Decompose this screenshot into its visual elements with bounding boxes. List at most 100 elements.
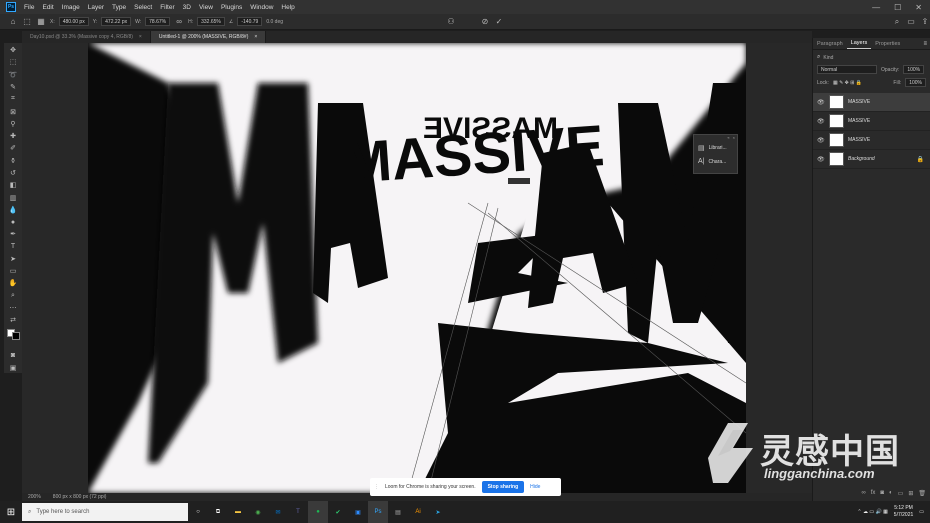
- crop-tool-icon[interactable]: ⌗: [7, 94, 19, 104]
- layer-row-background[interactable]: 👁 Background 🔒: [813, 150, 930, 169]
- reference-point-icon[interactable]: ▦: [36, 17, 46, 27]
- transform-tool-icon[interactable]: ⬚: [22, 17, 32, 27]
- chrome-icon[interactable]: ◉: [248, 501, 268, 523]
- hide-button[interactable]: Hide: [530, 484, 540, 490]
- teams-icon[interactable]: T: [288, 501, 308, 523]
- zoom-level[interactable]: 200%: [28, 494, 41, 500]
- menu-filter[interactable]: Filter: [156, 4, 178, 11]
- layer-kind-filter[interactable]: Kind: [823, 55, 833, 61]
- visibility-eye-icon[interactable]: 👁: [817, 137, 825, 144]
- menu-image[interactable]: Image: [58, 4, 84, 11]
- home-icon[interactable]: ⌂: [8, 17, 18, 27]
- rotation-field[interactable]: -140.79: [237, 17, 263, 26]
- transform-handle-box[interactable]: [508, 178, 530, 184]
- blend-mode-select[interactable]: Normal: [817, 65, 877, 74]
- stop-sharing-button[interactable]: Stop sharing: [481, 481, 525, 493]
- add-mask-icon[interactable]: ◙: [880, 490, 884, 497]
- menu-view[interactable]: View: [195, 4, 217, 11]
- pen-tool-icon[interactable]: ✒: [7, 229, 19, 239]
- share-icon[interactable]: ⇪: [920, 17, 930, 27]
- maximize-icon[interactable]: ☐: [894, 3, 901, 12]
- collapse-panel-icon[interactable]: «: [727, 135, 729, 141]
- panel-menu-icon[interactable]: ≡: [923, 41, 930, 47]
- commit-transform-icon[interactable]: ✓: [494, 17, 504, 27]
- menu-edit[interactable]: Edit: [38, 4, 57, 11]
- brush-tool-icon[interactable]: ✐: [7, 143, 19, 153]
- gradient-tool-icon[interactable]: ▥: [7, 192, 19, 202]
- marquee-tool-icon[interactable]: ⬚: [7, 57, 19, 67]
- layer-row[interactable]: 👁 MASSIVE: [813, 112, 930, 131]
- tab-properties[interactable]: Properties: [871, 39, 904, 49]
- layer-row[interactable]: 👁 MASSIVE: [813, 93, 930, 112]
- menu-3d[interactable]: 3D: [179, 4, 195, 11]
- lasso-tool-icon[interactable]: ➰: [7, 70, 19, 80]
- puppet-warp-icon[interactable]: ⚇: [446, 17, 456, 27]
- x-position-field[interactable]: 480.00 px: [58, 17, 89, 26]
- close-window-icon[interactable]: ✕: [915, 3, 922, 12]
- clock[interactable]: 5:12 PM 5/7/2021: [894, 505, 913, 519]
- character-item[interactable]: A| Chara...: [694, 155, 737, 168]
- rectangle-tool-icon[interactable]: ▭: [7, 266, 19, 276]
- minimize-icon[interactable]: —: [872, 3, 880, 12]
- telegram-icon[interactable]: ➤: [428, 501, 448, 523]
- menu-layer[interactable]: Layer: [84, 4, 108, 11]
- drag-handle-icon[interactable]: ⋮: [374, 484, 379, 490]
- tab-paragraph[interactable]: Paragraph: [813, 39, 847, 49]
- checkmark-app-icon[interactable]: ✔: [328, 501, 348, 523]
- file-explorer-icon[interactable]: ▬: [228, 501, 248, 523]
- link-icon[interactable]: ∞: [174, 17, 184, 27]
- visibility-eye-icon[interactable]: 👁: [817, 118, 825, 125]
- opacity-field[interactable]: 100%: [903, 65, 925, 74]
- workspace-icon[interactable]: ▭: [906, 17, 916, 27]
- eraser-tool-icon[interactable]: ◧: [7, 180, 19, 190]
- outlook-icon[interactable]: ✉: [268, 501, 288, 523]
- edit-toolbar-icon[interactable]: ⇄: [7, 315, 19, 325]
- quick-select-tool-icon[interactable]: ✎: [7, 82, 19, 92]
- frame-tool-icon[interactable]: ⊠: [7, 106, 19, 116]
- spotify-icon[interactable]: ●: [308, 501, 328, 523]
- new-group-icon[interactable]: ▭: [898, 490, 904, 497]
- menu-type[interactable]: Type: [108, 4, 130, 11]
- history-brush-tool-icon[interactable]: ↺: [7, 168, 19, 178]
- photoshop-taskbar-icon[interactable]: Ps: [368, 501, 388, 523]
- illustrator-taskbar-icon[interactable]: Ai: [408, 501, 428, 523]
- tab-layers[interactable]: Layers: [846, 38, 872, 49]
- width-field[interactable]: 78.67%: [145, 17, 171, 26]
- screen-mode-icon[interactable]: ▣: [7, 363, 19, 373]
- layer-row[interactable]: 👁 MASSIVE: [813, 131, 930, 150]
- more-tools-icon[interactable]: ⋯: [7, 303, 19, 313]
- eyedropper-tool-icon[interactable]: ⚲: [7, 119, 19, 129]
- background-color-swatch[interactable]: [11, 332, 20, 341]
- new-layer-icon[interactable]: ⊞: [908, 490, 913, 497]
- close-panel-icon[interactable]: ×: [733, 135, 735, 141]
- zoom-app-icon[interactable]: ▣: [348, 501, 368, 523]
- canvas-area[interactable]: MASSIVE MASSIVE: [22, 43, 812, 493]
- layer-style-icon[interactable]: fx: [871, 490, 876, 497]
- path-select-tool-icon[interactable]: ➤: [7, 254, 19, 264]
- artwork-canvas[interactable]: MASSIVE MASSIVE: [88, 43, 746, 493]
- lock-icons[interactable]: ▦ ✎ ✥ ⊞ 🔒: [833, 80, 862, 86]
- tab-close-icon[interactable]: ×: [139, 34, 142, 40]
- y-position-field[interactable]: 472.22 px: [101, 17, 132, 26]
- tab-day10[interactable]: Day10.psd @ 33.3% (Massive copy 4, RGB/8…: [22, 31, 151, 43]
- taskbar-search[interactable]: ⌕ Type here to search: [22, 503, 188, 521]
- link-layers-icon[interactable]: ∞: [861, 490, 865, 497]
- delete-layer-icon[interactable]: 🗑: [918, 490, 926, 497]
- blur-tool-icon[interactable]: 💧: [7, 205, 19, 215]
- color-swatches[interactable]: [6, 329, 20, 341]
- menu-window[interactable]: Window: [246, 4, 277, 11]
- tab-close-icon[interactable]: ×: [254, 34, 257, 40]
- visibility-eye-icon[interactable]: 👁: [817, 99, 825, 106]
- app-icon[interactable]: ▤: [388, 501, 408, 523]
- dodge-tool-icon[interactable]: ●: [7, 217, 19, 227]
- cortana-icon[interactable]: ○: [188, 501, 208, 523]
- libraries-item[interactable]: ▤ Librari...: [694, 141, 737, 155]
- zoom-tool-icon[interactable]: ⌕: [7, 291, 19, 301]
- quick-mask-icon[interactable]: ◙: [7, 350, 19, 360]
- tab-untitled-1[interactable]: Untitled-1 @ 200% (MASSIVE, RGB/8#) ×: [150, 31, 267, 43]
- height-field[interactable]: 332.65%: [197, 17, 225, 26]
- menu-file[interactable]: File: [20, 4, 38, 11]
- clone-stamp-tool-icon[interactable]: ⚱: [7, 156, 19, 166]
- windows-start-icon[interactable]: ⊞: [0, 501, 22, 523]
- fill-field[interactable]: 100%: [905, 78, 926, 87]
